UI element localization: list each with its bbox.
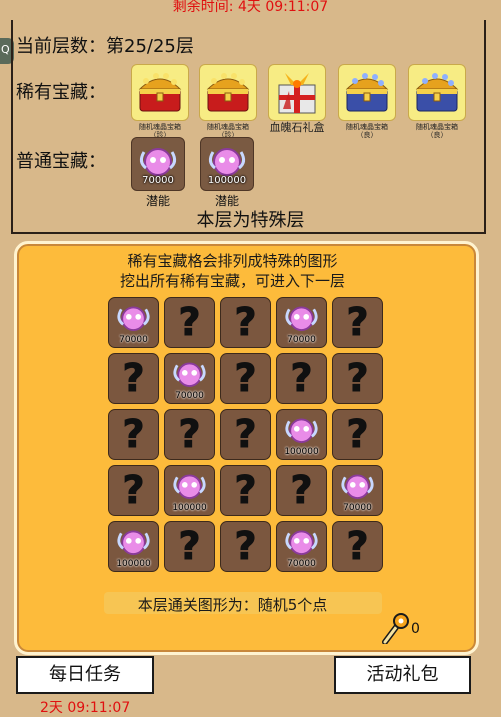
revealed-cell[interactable]: 70000 bbox=[164, 353, 215, 404]
question-mark-icon: ? bbox=[346, 524, 369, 569]
common-item-amount: 70000 bbox=[142, 175, 174, 186]
hidden-cell[interactable]: ? bbox=[332, 521, 383, 572]
cell-amount: 100000 bbox=[284, 447, 319, 457]
revealed-cell[interactable]: 70000 bbox=[276, 297, 327, 348]
hidden-cell[interactable]: ? bbox=[164, 297, 215, 348]
side-menu-icon: Q bbox=[1, 43, 10, 56]
rare-item[interactable]: 随机魂晶宝箱（珍） bbox=[199, 64, 257, 139]
cell-amount: 100000 bbox=[116, 559, 151, 569]
hidden-cell[interactable]: ? bbox=[276, 465, 327, 516]
cell-amount: 70000 bbox=[287, 559, 316, 569]
special-layer-text: 本层为特殊层 bbox=[196, 210, 305, 231]
question-mark-icon: ? bbox=[290, 468, 313, 513]
board-hint-line1: 稀有宝藏格会排列成特殊的图形 bbox=[127, 252, 338, 270]
hidden-cell[interactable]: ? bbox=[332, 409, 383, 460]
question-mark-icon: ? bbox=[122, 412, 145, 457]
hidden-cell[interactable]: ? bbox=[220, 521, 271, 572]
potential-orb-icon: 70000 bbox=[131, 137, 185, 191]
hidden-cell[interactable]: ? bbox=[164, 409, 215, 460]
cell-amount: 100000 bbox=[172, 503, 207, 513]
question-mark-icon: ? bbox=[178, 412, 201, 457]
common-item[interactable]: 100000 潜能 bbox=[200, 137, 254, 209]
question-mark-icon: ? bbox=[122, 356, 145, 401]
question-mark-icon: ? bbox=[290, 356, 313, 401]
rare-item-caption: 随机魂晶宝箱（良） bbox=[416, 123, 458, 139]
question-mark-icon: ? bbox=[178, 524, 201, 569]
rare-item[interactable]: 血魄石礼盒 bbox=[268, 64, 326, 134]
rare-item-caption: 随机魂晶宝箱（良） bbox=[346, 123, 388, 139]
blue-chest-icon bbox=[338, 64, 396, 121]
hidden-cell[interactable]: ? bbox=[276, 353, 327, 404]
revealed-cell[interactable]: 100000 bbox=[108, 521, 159, 572]
hidden-cell[interactable]: ? bbox=[220, 353, 271, 404]
cell-amount: 70000 bbox=[287, 335, 316, 345]
cell-amount: 70000 bbox=[119, 335, 148, 345]
gold-chest-icon bbox=[199, 64, 257, 121]
revealed-cell[interactable]: 100000 bbox=[276, 409, 327, 460]
event-timer: 剩余时间: 4天 09:11:07 bbox=[172, 0, 329, 15]
question-mark-icon: ? bbox=[234, 300, 257, 345]
blue-chest-icon bbox=[408, 64, 466, 121]
rare-item[interactable]: 随机魂晶宝箱（珍） bbox=[131, 64, 189, 139]
board-hint-line2: 挖出所有稀有宝藏，可进入下一层 bbox=[119, 272, 345, 290]
rare-treasure-label: 稀有宝藏： bbox=[16, 82, 106, 103]
gift-box-icon bbox=[268, 64, 326, 121]
question-mark-icon: ? bbox=[122, 468, 145, 513]
common-item[interactable]: 70000 潜能 bbox=[131, 137, 185, 209]
hidden-cell[interactable]: ? bbox=[220, 465, 271, 516]
question-mark-icon: ? bbox=[234, 524, 257, 569]
revealed-cell[interactable]: 70000 bbox=[332, 465, 383, 516]
question-mark-icon: ? bbox=[234, 356, 257, 401]
question-mark-icon: ? bbox=[234, 412, 257, 457]
hidden-cell[interactable]: ? bbox=[164, 521, 215, 572]
question-mark-icon: ? bbox=[234, 468, 257, 513]
hidden-cell[interactable]: ? bbox=[220, 297, 271, 348]
revealed-cell[interactable]: 70000 bbox=[276, 521, 327, 572]
key-count: 0 bbox=[411, 621, 420, 637]
rare-item-caption: 血魄石礼盒 bbox=[269, 121, 325, 134]
revealed-cell[interactable]: 70000 bbox=[108, 297, 159, 348]
daily-tasks-button[interactable]: 每日任务 bbox=[16, 656, 154, 694]
cell-amount: 70000 bbox=[175, 391, 204, 401]
potential-orb-icon: 100000 bbox=[200, 137, 254, 191]
common-item-amount: 100000 bbox=[207, 175, 247, 186]
rare-item[interactable]: 随机魂晶宝箱（良） bbox=[408, 64, 466, 139]
event-gift-button[interactable]: 活动礼包 bbox=[334, 656, 471, 694]
question-mark-icon: ? bbox=[346, 356, 369, 401]
question-mark-icon: ? bbox=[346, 412, 369, 457]
hidden-cell[interactable]: ? bbox=[220, 409, 271, 460]
question-mark-icon: ? bbox=[178, 300, 201, 345]
current-layer-text: 当前层数：第25/25层 bbox=[16, 36, 194, 57]
common-treasure-label: 普通宝藏： bbox=[16, 151, 106, 172]
gold-chest-icon bbox=[131, 64, 189, 121]
rare-item[interactable]: 随机魂晶宝箱（良） bbox=[338, 64, 396, 139]
hidden-cell[interactable]: ? bbox=[108, 409, 159, 460]
shovel-key-icon bbox=[381, 612, 411, 648]
daily-timer: 2天 09:11:07 bbox=[40, 700, 131, 716]
revealed-cell[interactable]: 100000 bbox=[164, 465, 215, 516]
hidden-cell[interactable]: ? bbox=[108, 465, 159, 516]
cell-amount: 70000 bbox=[343, 503, 372, 513]
hidden-cell[interactable]: ? bbox=[108, 353, 159, 404]
question-mark-icon: ? bbox=[346, 300, 369, 345]
hidden-cell[interactable]: ? bbox=[332, 297, 383, 348]
hidden-cell[interactable]: ? bbox=[332, 353, 383, 404]
